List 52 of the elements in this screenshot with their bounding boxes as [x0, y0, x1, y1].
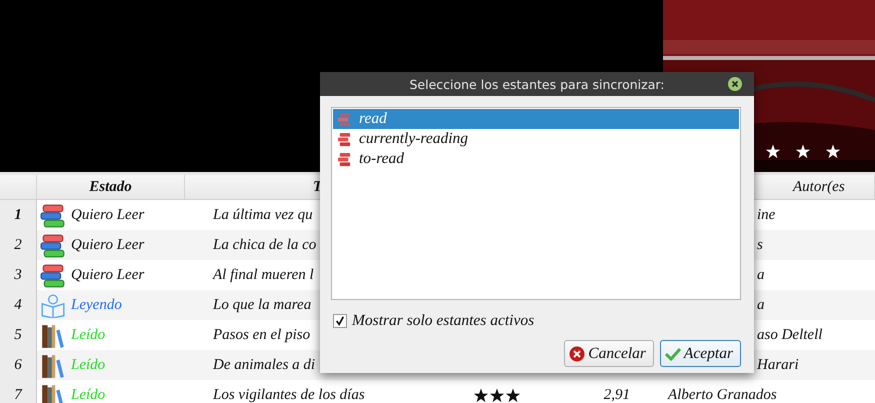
- books-icon: [337, 132, 352, 146]
- cancel-button[interactable]: Cancelar: [564, 340, 654, 367]
- status-label: Leído: [71, 327, 106, 344]
- accept-button[interactable]: Aceptar: [660, 340, 741, 367]
- row-number: 4: [0, 290, 37, 321]
- row-number: 7: [0, 380, 37, 403]
- bookshelf-icon: [40, 384, 66, 403]
- books-icon: [337, 112, 352, 126]
- book-title: Pasos en el piso: [213, 327, 310, 344]
- shelf-item[interactable]: currently-reading: [333, 129, 739, 149]
- book-title: La chica de la co: [213, 237, 316, 254]
- checkbox[interactable]: [333, 314, 347, 328]
- bookshelf-icon: [40, 324, 66, 348]
- author-name: s: [757, 237, 763, 254]
- author-name: aso Deltell: [757, 327, 822, 344]
- book-title: Al final mueren l: [213, 267, 314, 284]
- author-name: Alberto Granados: [668, 387, 777, 403]
- score: 2,91: [604, 387, 630, 403]
- books-icon: [40, 234, 66, 258]
- book-title: Lo que la marea: [213, 297, 312, 314]
- cancel-icon: [569, 346, 586, 362]
- book-title: De animales a di: [213, 357, 316, 374]
- bookshelf-icon: [40, 354, 66, 378]
- author-name: a: [757, 297, 764, 314]
- author-name: a: [757, 267, 764, 284]
- author-name: Harari: [757, 357, 799, 374]
- books-icon: [40, 204, 66, 228]
- shelf-item[interactable]: to-read: [333, 149, 739, 169]
- row-number: 1: [0, 200, 37, 231]
- book-title: La última vez qu: [213, 207, 313, 224]
- row-number: 6: [0, 350, 37, 381]
- check-icon: [664, 346, 681, 362]
- author-name: ine: [757, 207, 776, 224]
- status-label: Leído: [71, 357, 106, 374]
- row-number: 2: [0, 230, 37, 261]
- books-icon: [337, 152, 352, 166]
- book-title: Los vigilantes de los días: [213, 387, 365, 403]
- close-icon[interactable]: [728, 77, 742, 91]
- row-number: 5: [0, 320, 37, 351]
- reader-icon: [40, 294, 66, 318]
- column-header[interactable]: Autor(es: [793, 179, 845, 195]
- status-label: Quiero Leer: [71, 267, 144, 284]
- column-header[interactable]: Estado: [89, 179, 132, 195]
- status-label: Leído: [71, 387, 106, 403]
- status-label: Quiero Leer: [71, 237, 144, 254]
- dialog-title: Seleccione los estantes para sincronizar:: [409, 76, 665, 92]
- books-icon: [40, 264, 66, 288]
- shelf-item[interactable]: read: [333, 109, 739, 129]
- row-number: 3: [0, 260, 37, 291]
- status-label: Quiero Leer: [71, 207, 144, 224]
- checkbox-label: Mostrar solo estantes activos: [352, 312, 534, 330]
- status-label: Leyendo: [71, 297, 122, 314]
